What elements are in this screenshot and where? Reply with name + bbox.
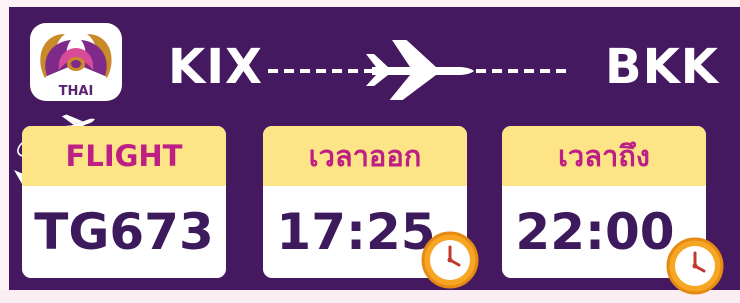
clock-icon <box>421 231 479 289</box>
flight-label: FLIGHT <box>22 126 226 186</box>
thai-logo-text: THAI <box>59 84 94 99</box>
destination-airport-code: BKK <box>605 39 719 95</box>
flight-number-value: TG673 <box>34 203 214 261</box>
thai-airways-logo: THAI <box>30 23 122 101</box>
airplane-icon <box>366 40 474 100</box>
clock-icon <box>666 237 724 295</box>
flight-number-card: FLIGHT TG673 <box>22 126 226 278</box>
bottom-strip <box>0 290 740 303</box>
flight-route-line <box>268 40 572 100</box>
departure-label: เวลาออก <box>263 126 467 186</box>
arrival-label: เวลาถึง <box>502 126 706 186</box>
origin-airport-code: KIX <box>168 39 264 95</box>
